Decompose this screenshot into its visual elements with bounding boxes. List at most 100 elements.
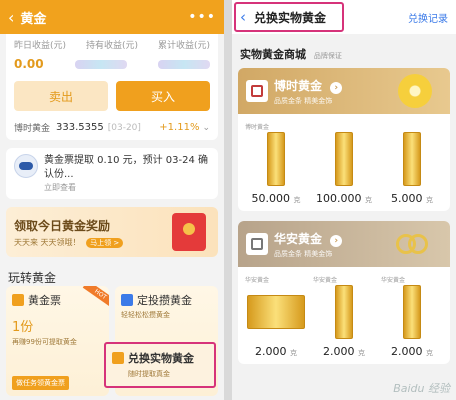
chevron-down-icon[interactable]: ⌄ — [202, 123, 210, 133]
gold-bar-image — [403, 132, 421, 186]
product-item[interactable]: 华安黄金 2.000 克 — [381, 275, 443, 358]
product-unit: 克 — [426, 196, 433, 204]
redeem-history-link[interactable]: 兑换记录 — [408, 10, 448, 25]
redeem-title: 兑换实物黄金 — [128, 352, 194, 365]
stat-values: 0.00 — [14, 57, 210, 71]
gold-bar-image — [267, 132, 285, 186]
shop-tag: 品牌保证 — [313, 52, 342, 60]
ticket-title: 黄金票 — [28, 294, 61, 307]
gold-bar-image — [247, 295, 305, 329]
section-title: 玩转黄金 — [8, 271, 57, 285]
price-date: [03-20] — [107, 122, 141, 133]
product-weight: 5.000 — [391, 192, 423, 205]
stat-label-total: 累计收益(元) — [157, 41, 210, 51]
ticket-desc: 再赚99份可提取黄金 — [12, 338, 77, 346]
redeem-header: ‹ 兑换实物黄金 兑换记录 — [232, 0, 456, 34]
shop-heading: 实物黄金商城 品牌保证 — [232, 34, 456, 68]
brand-banner[interactable]: 博时黄金 › 品质金条 精美金饰 — [238, 68, 450, 114]
redeem-physical-gold-card[interactable]: 兑换实物黄金 随时提取真金 — [104, 342, 216, 388]
withdraw-notice[interactable]: 黄金票提取 0.10 元，预计 03-24 确认份... 立即查看 — [6, 148, 218, 199]
product-item[interactable]: 华安黄金 2.000 克 — [245, 275, 307, 358]
brand-banner[interactable]: 华安黄金 › 品质金条 精美金饰 — [238, 221, 450, 267]
bank-logo-icon — [14, 154, 38, 178]
redeem-desc: 随时提取真金 — [128, 370, 170, 378]
promo-subtitle: 天天来 天天领哦！ 马上领 > — [14, 237, 124, 248]
product-unit: 克 — [290, 349, 297, 357]
product-brand: 博时黄金 — [245, 124, 270, 131]
ticket-amount: 1份 — [12, 320, 34, 335]
redeem-icon — [112, 352, 124, 364]
brand-section-boshi: 博时黄金 › 品质金条 精美金饰 博时黄金 50.000 克 100.000 克 — [238, 68, 450, 211]
buy-button[interactable]: 买入 — [116, 81, 210, 111]
gold-rings-icon — [394, 231, 434, 257]
product-unit: 克 — [426, 349, 433, 357]
product-weight: 2.000 — [323, 345, 355, 358]
brand-subtitle: 品质金条 精美金饰 — [274, 96, 333, 105]
promo-title: 领取今日黄金奖励 — [14, 218, 111, 233]
price-row[interactable]: 博时黄金 333.5355 [03-20] +1.11% ⌄ — [14, 121, 210, 134]
boshi-logo-icon — [246, 80, 268, 102]
product-brand: 华安黄金 — [381, 277, 406, 284]
stat-value-yesterday: 0.00 — [14, 57, 44, 71]
daily-reward-banner[interactable]: 领取今日黄金奖励 天天来 天天领哦！ 马上领 > — [6, 207, 218, 257]
redeem-gold-panel: ‹ 兑换实物黄金 兑换记录 实物黄金商城 品牌保证 博时黄金 › 品质金条 精美… — [232, 0, 456, 400]
promo-sub-text: 天天来 天天领哦！ — [14, 237, 81, 247]
sell-button[interactable]: 卖出 — [14, 81, 108, 111]
promo-claim-badge[interactable]: 马上领 > — [86, 237, 124, 248]
more-icon[interactable]: ••• — [188, 9, 216, 25]
product-unit: 克 — [293, 196, 301, 204]
product-brand: 华安黄金 — [245, 277, 270, 284]
invest-icon — [121, 294, 133, 306]
invest-desc: 轻轻松松攒黄金 — [121, 311, 170, 319]
product-item[interactable]: 华安黄金 2.000 克 — [313, 275, 375, 358]
trade-buttons: 卖出 买入 — [14, 81, 210, 111]
gold-home-panel: ‹ 黄金 ••• 昨日收益(元) 持有收益(元) 累计收益(元) 0.00 卖出… — [0, 0, 224, 400]
gold-ticket-card[interactable]: 黄金票 HOT 1份 再赚99份可提取黄金 做任务领黄金票 — [6, 286, 109, 396]
stat-label-yesterday: 昨日收益(元) — [14, 41, 67, 51]
product-item[interactable]: 博时黄金 50.000 克 — [245, 122, 307, 205]
product-item[interactable]: 5.000 克 — [381, 122, 443, 205]
shop-title: 实物黄金商城 — [240, 48, 306, 61]
price-label: 博时黄金 — [14, 124, 51, 134]
holdings-card: 昨日收益(元) 持有收益(元) 累计收益(元) 0.00 卖出 买入 博时黄金 … — [6, 34, 218, 140]
back-icon[interactable]: ‹ — [8, 8, 14, 27]
gold-bar-image — [335, 132, 353, 186]
page-title: 黄金 — [20, 11, 47, 27]
title-highlight-box — [234, 2, 344, 32]
brand-name: 博时黄金 — [274, 78, 323, 93]
product-unit: 克 — [365, 196, 372, 204]
stat-labels: 昨日收益(元) 持有收益(元) 累计收益(元) — [14, 38, 210, 51]
product-item[interactable]: 100.000 克 — [313, 122, 375, 205]
notice-link[interactable]: 立即查看 — [44, 182, 210, 193]
gold-bar-image — [335, 285, 353, 339]
screenshot-root: ‹ 黄金 ••• 昨日收益(元) 持有收益(元) 累计收益(元) 0.00 卖出… — [0, 0, 456, 400]
brand-name: 华安黄金 — [274, 231, 323, 246]
brand-subtitle: 品质金条 精美金饰 — [274, 249, 333, 258]
ticket-task-button[interactable]: 做任务领黄金票 — [12, 376, 69, 390]
huaan-logo-icon — [246, 233, 268, 255]
stat-value-holding-blurred — [74, 59, 127, 69]
red-envelope-icon — [172, 213, 206, 251]
gold-flower-icon — [398, 74, 432, 108]
product-weight: 50.000 — [251, 192, 291, 205]
stat-value-total-blurred — [157, 59, 210, 69]
price-value: 333.5355 — [56, 122, 104, 133]
gold-header: ‹ 黄金 ••• — [0, 0, 224, 34]
invest-title: 定投攒黄金 — [137, 294, 192, 307]
gold-bar-image — [403, 285, 421, 339]
product-list: 华安黄金 2.000 克 华安黄金 2.000 克 华安黄金 2.000 克 — [238, 267, 450, 364]
ticket-icon — [12, 294, 24, 306]
notice-text: 黄金票提取 0.10 元，预计 03-24 确认份... — [44, 155, 209, 180]
product-brand: 华安黄金 — [313, 277, 338, 284]
product-unit: 克 — [358, 349, 365, 357]
stat-label-holding: 持有收益(元) — [85, 41, 139, 51]
watermark: Baidu 经验 — [393, 382, 450, 395]
brand-section-huaan: 华安黄金 › 品质金条 精美金饰 华安黄金 2.000 克 华安黄金 2.000… — [238, 221, 450, 364]
product-weight: 2.000 — [255, 345, 287, 358]
chevron-right-icon[interactable]: › — [330, 234, 343, 247]
product-weight: 100.000 — [316, 192, 362, 205]
product-weight: 2.000 — [391, 345, 423, 358]
chevron-right-icon[interactable]: › — [330, 81, 343, 94]
product-list: 博时黄金 50.000 克 100.000 克 5.000 克 — [238, 114, 450, 211]
price-change: +1.11% — [159, 122, 200, 133]
